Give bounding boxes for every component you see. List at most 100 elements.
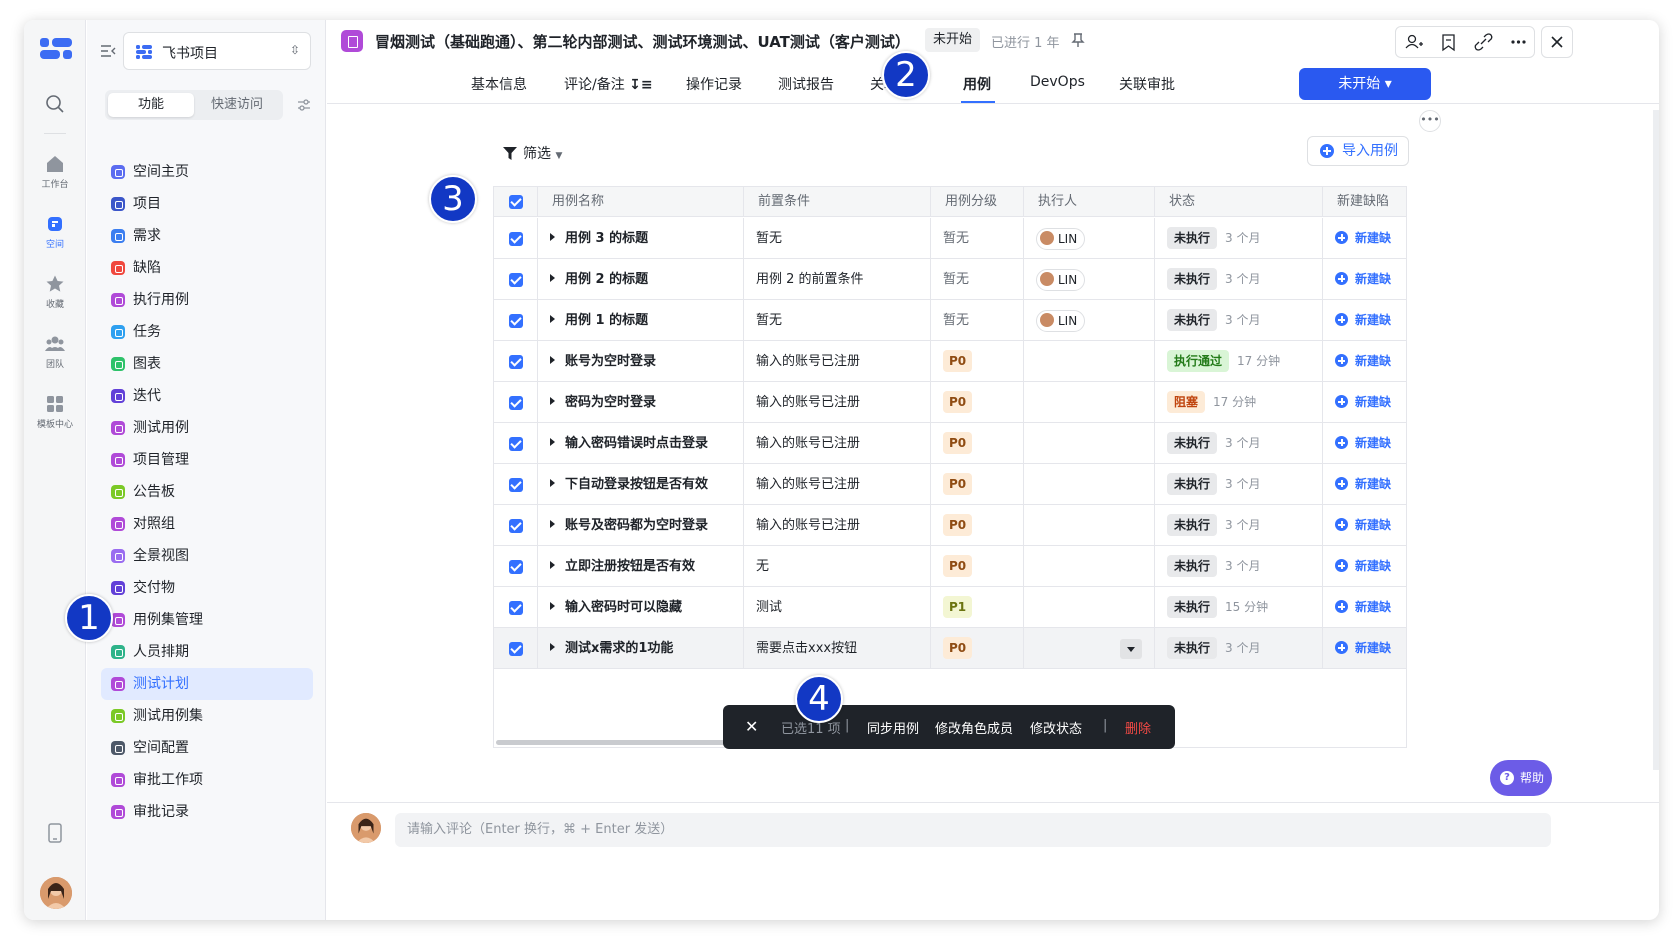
new-defect-cell[interactable]: 新建缺 <box>1323 628 1406 668</box>
row-checkbox[interactable] <box>509 601 523 615</box>
level-cell[interactable]: 暂无 <box>931 259 1024 299</box>
sidebar-item[interactable]: 全景视图 <box>101 540 313 572</box>
table-row[interactable]: 账号为空时登录 输入的账号已注册 P0 执行通过 17 分钟 新建缺 <box>494 341 1406 382</box>
row-select[interactable] <box>494 300 538 340</box>
segment-features[interactable]: 功能 <box>108 93 194 117</box>
status-cell[interactable]: 未执行 3 个月 <box>1155 300 1323 340</box>
case-name-cell[interactable]: 账号为空时登录 <box>538 341 744 381</box>
status-cell[interactable]: 未执行 3 个月 <box>1155 546 1323 586</box>
row-checkbox[interactable] <box>509 355 523 369</box>
status-cell[interactable]: 未执行 3 个月 <box>1155 423 1323 463</box>
status-cell[interactable]: 未执行 3 个月 <box>1155 505 1323 545</box>
app-logo-icon[interactable] <box>40 38 72 60</box>
row-select[interactable] <box>494 382 538 422</box>
members-icon[interactable] <box>1396 27 1431 57</box>
expand-caret-icon[interactable] <box>550 315 555 323</box>
level-cell[interactable]: P0 <box>931 546 1024 586</box>
assignee-dropdown-button[interactable] <box>1120 639 1142 659</box>
new-defect-cell[interactable]: 新建缺 <box>1323 218 1406 258</box>
row-checkbox[interactable] <box>509 314 523 328</box>
expand-caret-icon[interactable] <box>550 397 555 405</box>
precondition-cell[interactable]: 暂无 <box>744 218 931 258</box>
user-avatar[interactable] <box>40 877 72 909</box>
sidebar-item[interactable]: 空间主页 <box>101 156 313 188</box>
bookmark-icon[interactable] <box>1431 27 1466 57</box>
expand-caret-icon[interactable] <box>550 233 555 241</box>
new-defect-cell[interactable]: 新建缺 <box>1323 546 1406 586</box>
close-button[interactable] <box>1541 26 1573 58</box>
settings-sliders-icon[interactable] <box>297 98 311 112</box>
case-name-cell[interactable]: 用例 1 的标题 <box>538 300 744 340</box>
status-tag[interactable]: 未执行 <box>1167 596 1218 618</box>
more-options-button[interactable]: ••• <box>1419 110 1441 132</box>
tab-related-approval[interactable]: 关联审批 <box>1119 74 1175 94</box>
status-cell[interactable]: 未执行 3 个月 <box>1155 628 1323 668</box>
row-checkbox[interactable] <box>509 519 523 533</box>
new-defect-cell[interactable]: 新建缺 <box>1323 423 1406 463</box>
tab-test-report[interactable]: 测试报告 <box>778 74 834 94</box>
new-defect-link[interactable]: 新建缺 <box>1335 600 1391 614</box>
new-defect-link[interactable]: 新建缺 <box>1335 395 1391 409</box>
sort-icon[interactable]: ↧≡ <box>629 77 652 93</box>
expand-caret-icon[interactable] <box>550 602 555 610</box>
expand-caret-icon[interactable] <box>550 438 555 446</box>
row-checkbox[interactable] <box>509 437 523 451</box>
precondition-cell[interactable]: 测试 <box>744 587 931 627</box>
status-cell[interactable]: 执行通过 17 分钟 <box>1155 341 1323 381</box>
expand-caret-icon[interactable] <box>550 356 555 364</box>
column-header[interactable]: 用例名称 <box>538 187 744 216</box>
status-tag[interactable]: 未执行 <box>1167 637 1218 659</box>
sidebar-item[interactable]: 交付物 <box>101 572 313 604</box>
status-tag[interactable]: 未执行 <box>1167 514 1218 536</box>
tab-basic-info[interactable]: 基本信息 <box>471 74 527 94</box>
status-tag[interactable]: 未执行 <box>1167 432 1218 454</box>
clear-selection-icon[interactable]: ✕ <box>745 717 758 736</box>
comment-input[interactable]: 请输入评论（Enter 换行，⌘ + Enter 发送） <box>395 813 1551 847</box>
status-tag[interactable]: 未执行 <box>1167 555 1218 577</box>
sidebar-item[interactable]: 图表 <box>101 348 313 380</box>
search-icon[interactable] <box>45 94 65 114</box>
sidebar-item[interactable]: 用例集管理 <box>101 604 313 636</box>
table-row[interactable]: 输入密码错误时点击登录 输入的账号已注册 P0 未执行 3 个月 新建缺 <box>494 423 1406 464</box>
case-name-cell[interactable]: 用例 2 的标题 <box>538 259 744 299</box>
expand-caret-icon[interactable] <box>550 520 555 528</box>
status-cell[interactable]: 未执行 15 分钟 <box>1155 587 1323 627</box>
table-row[interactable]: 下自动登录按钮是否有效 输入的账号已注册 P0 未执行 3 个月 新建缺 <box>494 464 1406 505</box>
import-cases-button[interactable]: 导入用例 <box>1307 136 1409 166</box>
sidebar-item[interactable]: 任务 <box>101 316 313 348</box>
assignee-cell[interactable]: LIN <box>1024 218 1155 258</box>
sidebar-item[interactable]: 迭代 <box>101 380 313 412</box>
sidebar-item[interactable]: 测试用例集 <box>101 700 313 732</box>
table-row[interactable]: 输入密码时可以隐藏 测试 P1 未执行 15 分钟 新建缺 <box>494 587 1406 628</box>
row-select[interactable] <box>494 628 538 668</box>
sidebar-item[interactable]: 执行用例 <box>101 284 313 316</box>
table-row[interactable]: 用例 2 的标题 用例 2 的前置条件 暂无 LIN 未执行 3 个月 新建缺 <box>494 259 1406 300</box>
row-checkbox[interactable] <box>509 273 523 287</box>
case-name-cell[interactable]: 输入密码错误时点击登录 <box>538 423 744 463</box>
sidebar-item[interactable]: 空间配置 <box>101 732 313 764</box>
row-checkbox[interactable] <box>509 478 523 492</box>
sidebar-item[interactable]: 项目管理 <box>101 444 313 476</box>
assignee-cell[interactable] <box>1024 505 1155 545</box>
new-defect-cell[interactable]: 新建缺 <box>1323 259 1406 299</box>
expand-caret-icon[interactable] <box>550 479 555 487</box>
precondition-cell[interactable]: 暂无 <box>744 300 931 340</box>
precondition-cell[interactable]: 需要点击xxx按钮 <box>744 628 931 668</box>
filter-button[interactable]: 筛选 ▼ <box>503 143 562 163</box>
assignee-cell[interactable]: LIN <box>1024 259 1155 299</box>
sidebar-item[interactable]: 测试用例 <box>101 412 313 444</box>
precondition-cell[interactable]: 输入的账号已注册 <box>744 382 931 422</box>
expand-caret-icon[interactable] <box>550 561 555 569</box>
level-cell[interactable]: P0 <box>931 464 1024 504</box>
new-defect-link[interactable]: 新建缺 <box>1335 436 1391 450</box>
case-name-cell[interactable]: 测试x需求的1功能 <box>538 628 744 668</box>
pin-icon[interactable] <box>1071 32 1085 48</box>
precondition-cell[interactable]: 输入的账号已注册 <box>744 464 931 504</box>
status-tag[interactable]: 未执行 <box>1167 268 1218 290</box>
status-tag[interactable]: 未执行 <box>1167 473 1218 495</box>
sidebar-item[interactable]: 审批记录 <box>101 796 313 828</box>
precondition-cell[interactable]: 用例 2 的前置条件 <box>744 259 931 299</box>
rail-item-space[interactable]: 空间 <box>24 214 86 250</box>
new-defect-link[interactable]: 新建缺 <box>1335 559 1391 573</box>
rail-item-team[interactable]: 团队 <box>24 334 86 370</box>
